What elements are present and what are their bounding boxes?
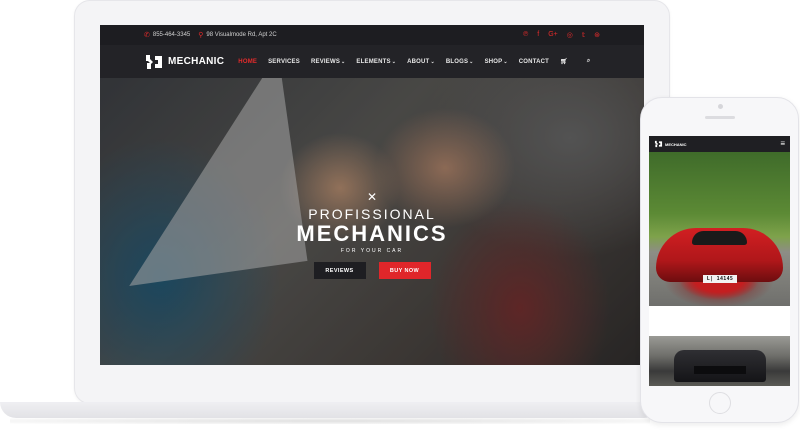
nav-item-label: BLOGS bbox=[445, 58, 469, 65]
phone-number: 855-464-3345 bbox=[152, 32, 191, 38]
address-contact[interactable]: ⚲ 98 Visualmode Rd, Apt 2C bbox=[198, 31, 276, 39]
social-links: ℗ f G+ ◎ 𝕥 ⊛ bbox=[523, 31, 600, 39]
hamburger-menu-icon[interactable]: ≡ bbox=[780, 140, 785, 148]
nav-item-blogs[interactable]: BLOGS⌄ bbox=[446, 59, 474, 65]
main-navbar: MECHANIC HOME SERVICES REVIEWS⌄ ELEMENTS… bbox=[100, 45, 644, 78]
nav-item-services[interactable]: SERVICES bbox=[268, 59, 300, 65]
chevron-down-icon: ⌄ bbox=[430, 58, 435, 65]
wrench-logo-icon bbox=[146, 54, 162, 69]
wrench-logo-icon bbox=[654, 140, 663, 148]
dribbble-icon[interactable]: ⊛ bbox=[594, 31, 600, 39]
laptop-base bbox=[0, 402, 660, 418]
instagram-icon[interactable]: ◎ bbox=[567, 31, 573, 39]
phone-icon: ✆ bbox=[144, 32, 150, 39]
top-info-bar: ✆ 855-464-3345 ⚲ 98 Visualmode Rd, Apt 2… bbox=[100, 25, 644, 45]
hero-tagline: FOR YOUR CAR bbox=[340, 248, 404, 254]
crossed-wrenches-icon: ✕ bbox=[366, 190, 378, 204]
hero-content: ✕ PROFISSIONAL MECHANICS FOR YOUR CAR RE… bbox=[100, 190, 644, 279]
pinterest-icon[interactable]: ℗ bbox=[523, 31, 528, 39]
facebook-icon[interactable]: f bbox=[537, 31, 539, 39]
nav-item-reviews[interactable]: REVIEWS⌄ bbox=[311, 59, 345, 65]
twitter-icon[interactable]: 𝕥 bbox=[582, 31, 585, 39]
chevron-down-icon: ⌄ bbox=[503, 58, 508, 65]
laptop-screen: ✆ 855-464-3345 ⚲ 98 Visualmode Rd, Apt 2… bbox=[100, 25, 644, 365]
buy-now-button[interactable]: BUY NOW bbox=[378, 262, 431, 279]
google-plus-icon[interactable]: G+ bbox=[548, 31, 558, 39]
phone-home-button[interactable] bbox=[709, 392, 731, 414]
nav-item-label: ELEMENTS bbox=[356, 58, 391, 65]
image-spacer bbox=[649, 306, 790, 336]
cart-icon[interactable]: 🛒︎ bbox=[560, 58, 568, 65]
truck-grille bbox=[694, 366, 746, 374]
hero-heading-large: MECHANICS bbox=[296, 221, 448, 246]
chevron-down-icon: ⌄ bbox=[341, 58, 346, 65]
hero-heading-small: PROFISSIONAL bbox=[308, 206, 436, 222]
hero-banner: ✕ PROFISSIONAL MECHANICS FOR YOUR CAR RE… bbox=[100, 78, 644, 365]
phone-speaker bbox=[705, 116, 735, 119]
hero-buttons: REVIEWS BUY NOW bbox=[100, 262, 644, 279]
nav-item-home[interactable]: HOME bbox=[238, 59, 257, 65]
reviews-button[interactable]: REVIEWS bbox=[313, 262, 366, 279]
mobile-logo[interactable]: MECHANIC bbox=[654, 140, 687, 148]
phone-screen: MECHANIC ≡ L| 14145 bbox=[649, 136, 790, 386]
nav-item-elements[interactable]: ELEMENTS⌄ bbox=[356, 59, 396, 65]
mobile-logo-text: MECHANIC bbox=[665, 141, 687, 147]
device-mockup: ✆ 855-464-3345 ⚲ 98 Visualmode Rd, Apt 2… bbox=[0, 0, 800, 433]
nav-item-label: ABOUT bbox=[407, 58, 430, 65]
search-icon[interactable]: ⌕ bbox=[587, 58, 591, 65]
phone-contact[interactable]: ✆ 855-464-3345 bbox=[144, 31, 190, 39]
map-pin-icon: ⚲ bbox=[198, 32, 204, 39]
nav-item-about[interactable]: ABOUT⌄ bbox=[407, 59, 435, 65]
logo-text: MECHANIC bbox=[168, 56, 225, 67]
site-logo[interactable]: MECHANIC bbox=[144, 53, 224, 71]
nav-item-label: REVIEWS bbox=[310, 58, 341, 65]
license-plate: L| 14145 bbox=[703, 275, 737, 283]
phone-camera bbox=[718, 104, 723, 109]
nav-menu: HOME SERVICES REVIEWS⌄ ELEMENTS⌄ ABOUT⌄ … bbox=[238, 58, 590, 65]
car-windshield bbox=[692, 231, 747, 245]
nav-item-label: SHOP bbox=[484, 58, 503, 65]
mobile-navbar: MECHANIC ≡ bbox=[649, 136, 790, 152]
chevron-down-icon: ⌄ bbox=[469, 58, 474, 65]
laptop-shadow bbox=[10, 418, 650, 424]
chevron-down-icon: ⌄ bbox=[391, 58, 397, 65]
nav-item-contact[interactable]: CONTACT bbox=[519, 59, 549, 65]
nav-item-shop[interactable]: SHOP⌄ bbox=[485, 59, 508, 65]
address-text: 98 Visualmode Rd, Apt 2C bbox=[206, 32, 277, 38]
